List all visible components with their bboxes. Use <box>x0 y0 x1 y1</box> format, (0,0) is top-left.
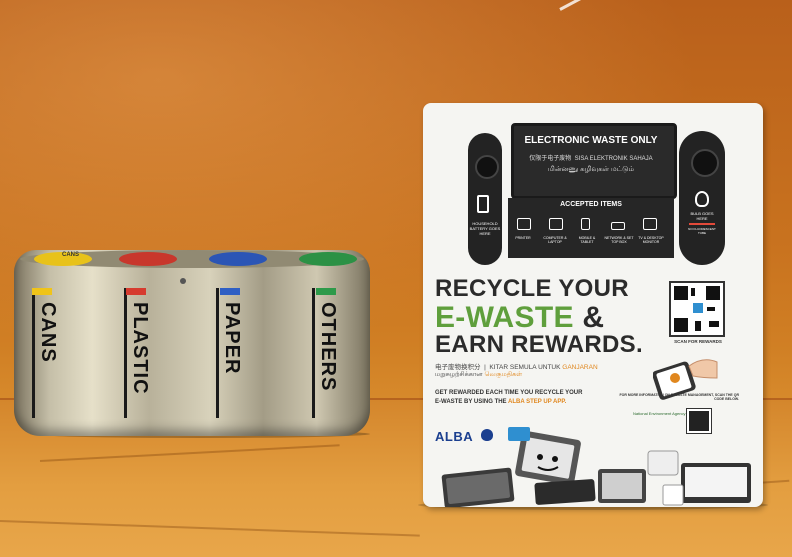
accepted-item: TV & DESKTOP MONITOR <box>638 236 664 244</box>
accepted-item: MOBILE & TABLET <box>578 236 596 244</box>
rewards-line-2: E-WASTE BY USING THE ALBA STEP UP APP. <box>435 398 625 407</box>
ewaste-bin-illustration: HOUSEHOLD BATTERY GOES HERE BULB GOES HE… <box>423 103 763 273</box>
cans-color-tab <box>32 288 52 295</box>
screen-sub-ms: SISA ELEKTRONIK SAHAJA <box>574 156 653 162</box>
tagline-ta-text: மறுசுழற்சிக்கான <box>435 371 483 378</box>
rewards-text: GET REWARDED EACH TIME YOU RECYCLE YOUR … <box>435 389 625 406</box>
floor-vein <box>0 520 420 537</box>
others-divider <box>312 288 315 418</box>
accepted-item: NETWORK & SET TOP BOX <box>604 236 634 244</box>
more-info-text: FOR MORE INFORMATION ON E-WASTE MANAGEME… <box>619 393 739 401</box>
battery-icon <box>477 195 489 213</box>
cans-divider <box>32 288 35 418</box>
qr-module <box>695 321 701 331</box>
printer-icon <box>517 218 531 230</box>
qr-logo <box>693 303 703 313</box>
screen-subtitle: 仅限于电子废物 SISA ELEKTRONIK SAHAJA <box>515 153 667 162</box>
rewards-app-name: ALBA STEP UP APP. <box>508 398 567 405</box>
qr-finder <box>706 286 720 300</box>
plastic-label: PLASTIC <box>129 302 151 395</box>
screen-sub-cn: 仅限于电子废物 <box>529 156 572 162</box>
headline-earn: EARN REWARDS. <box>435 331 643 358</box>
battery-caption: HOUSEHOLD BATTERY GOES HERE <box>469 221 501 236</box>
laptop-icon <box>549 218 563 230</box>
qr-caption: SCAN FOR REWARDS <box>674 339 722 344</box>
rewards-line-1: GET REWARDED EACH TIME YOU RECYCLE YOUR <box>435 390 583 396</box>
plastic-opening <box>119 252 177 266</box>
plastic-divider <box>124 288 127 418</box>
screen-title: ELECTRONIC WASTE ONLY <box>524 135 658 146</box>
qr-finder <box>674 286 688 300</box>
mobile-icon <box>581 218 590 230</box>
bulb-caption: BULB GOES HERE <box>690 211 714 221</box>
ewaste-cartoon <box>441 427 751 507</box>
floor-vein <box>39 444 340 462</box>
bin-rivet <box>180 278 186 284</box>
headline-ewaste: E-WASTE & <box>435 301 604 335</box>
accepted-item: PRINTER <box>515 236 531 240</box>
qr-module <box>691 288 695 296</box>
others-color-tab <box>316 288 336 295</box>
monitor-icon <box>643 218 657 230</box>
recycling-bin: CANS PLASTIC PAPER OTHERS <box>14 250 370 436</box>
paper-label: PAPER <box>221 302 243 375</box>
ewaste-text: E-WASTE <box>435 301 574 334</box>
cans-label: CANS <box>37 302 59 363</box>
bulb-slot-icon <box>691 149 719 177</box>
ewaste-sign: HOUSEHOLD BATTERY GOES HERE BULB GOES HE… <box>423 103 763 507</box>
qr-module <box>707 307 715 311</box>
headline-recycle: RECYCLE YOUR <box>435 275 629 302</box>
tagline-ms-highlight: GANJARAN <box>562 364 598 371</box>
others-opening <box>299 252 357 266</box>
others-label: OTHERS <box>317 302 339 392</box>
bulb-note: NO FLUORESCENT TUBE <box>688 227 716 235</box>
accepted-items-title: ACCEPTED ITEMS <box>560 201 622 208</box>
paper-opening <box>209 252 267 266</box>
qr-code <box>669 281 725 337</box>
tagline-ta-highlight: வெகுமதிகள் <box>484 371 523 378</box>
tagline-cn-ms: 电子废物换积分 | KITAR SEMULA UNTUK GANJARAN <box>435 364 598 371</box>
nea-logo: National Environment Agency <box>633 411 686 416</box>
lid-label: CANS <box>62 252 80 258</box>
paper-divider <box>216 288 219 418</box>
qr-finder <box>674 318 688 332</box>
battery-slot-icon <box>475 155 499 179</box>
router-icon <box>611 222 625 230</box>
accepted-item: COMPUTER & LAPTOP <box>543 236 567 244</box>
bulb-divider <box>689 223 715 225</box>
bulb-icon <box>695 191 709 207</box>
ampersand: & <box>582 301 605 334</box>
accepted-items-icons <box>511 218 671 232</box>
qr-module <box>709 321 719 327</box>
tagline-ms: KITAR SEMULA UNTUK <box>489 364 561 371</box>
tagline-ta: மறுசுழற்சிக்கான வெகுமதிகள் <box>435 371 522 379</box>
screen-sub-ta: மின்னணு கழிவுகள் மட்டும் <box>547 166 635 173</box>
tagline-cn: 电子废物换积分 <box>435 364 481 371</box>
photo: CANS PLASTIC PAPER OTHERS CANS HOUSEHOLD… <box>0 0 792 557</box>
rewards-line-2a: E-WASTE BY USING THE <box>435 398 507 405</box>
paper-color-tab <box>220 288 240 295</box>
plastic-color-tab <box>126 288 146 295</box>
